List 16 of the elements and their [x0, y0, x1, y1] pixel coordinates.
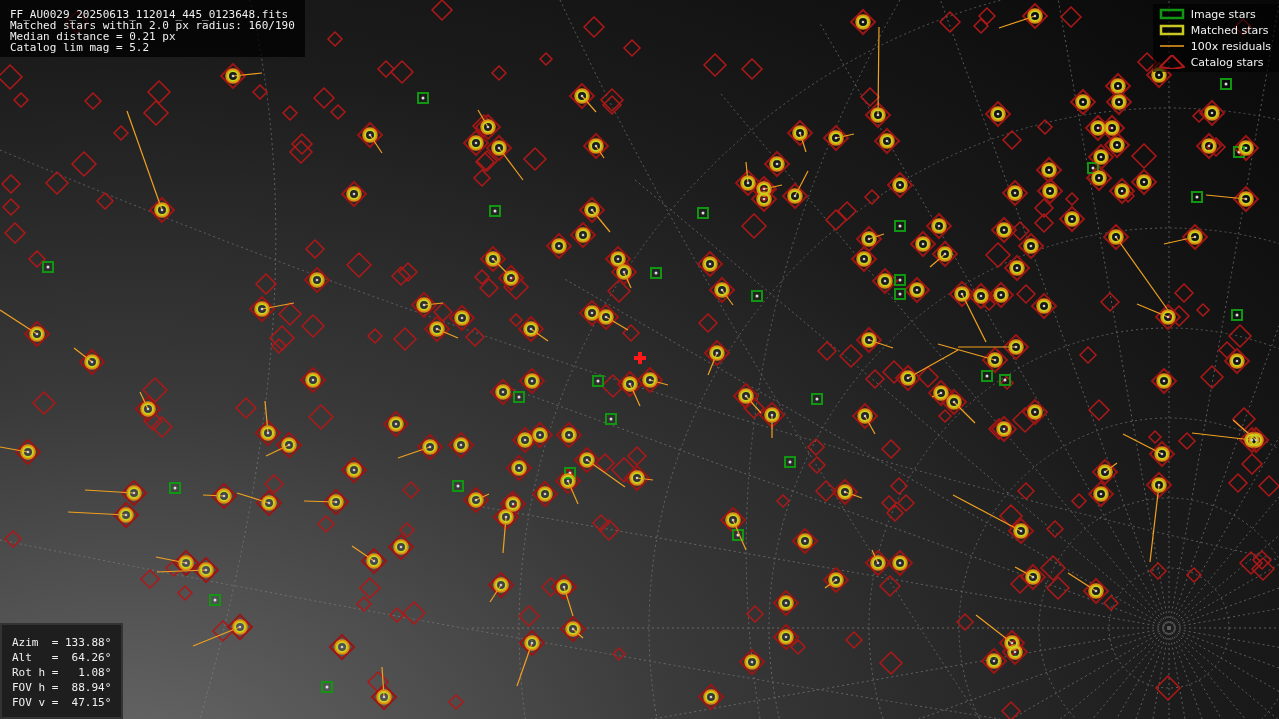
- legend-label: 100x residuals: [1190, 39, 1271, 53]
- image-legend-icon: [1158, 7, 1185, 21]
- legend-label: Catalog stars: [1190, 55, 1264, 69]
- pointing-value: FOV h = 88.94°: [12, 680, 112, 695]
- matched-legend-icon: [1158, 23, 1185, 37]
- pointing-value: Rot h = 1.08°: [12, 665, 112, 680]
- pointing-value: FOV v = 47.15°: [12, 695, 112, 710]
- pointing-value: Alt = 64.26°: [12, 650, 112, 665]
- legend-label: Matched stars: [1190, 23, 1269, 37]
- info-line: Matched stars within 2.0 px radius: 160/190: [10, 20, 295, 31]
- pointing-value: Azim = 133.88°: [12, 635, 112, 650]
- catalog-legend-icon: [1158, 55, 1185, 69]
- info-line: Median distance = 0.21 px: [10, 31, 176, 42]
- info-line: FF_AU0029_20250613_112014_445_0123648.fits: [10, 9, 290, 20]
- legend-label: Image stars: [1190, 7, 1256, 21]
- info-line: Catalog lim mag = 5.2: [10, 42, 151, 53]
